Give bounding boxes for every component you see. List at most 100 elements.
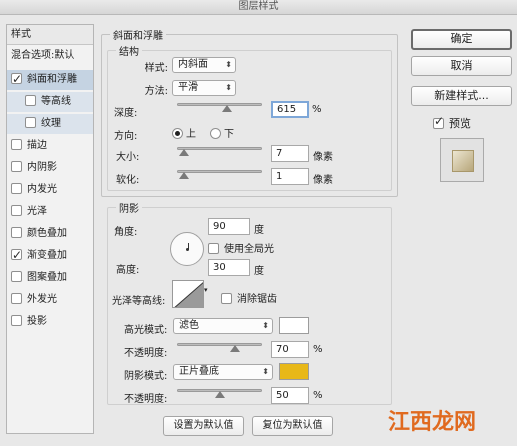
cancel-button[interactable]: 取消 [411, 56, 512, 76]
checkbox-outer-glow[interactable] [11, 293, 22, 304]
radio-up[interactable] [172, 128, 183, 139]
highlight-color-swatch[interactable] [279, 317, 309, 334]
angle-center [186, 248, 189, 251]
radio-down[interactable] [210, 128, 221, 139]
window-title: 图层样式 [0, 0, 517, 15]
slider-thumb[interactable] [214, 391, 225, 398]
slider-thumb[interactable] [222, 105, 232, 112]
shading-title: 阴影 [116, 200, 142, 215]
direction-label: 方向: [114, 131, 138, 142]
sidebar-item-pattern-overlay[interactable]: 图案叠加 [7, 268, 93, 288]
size-unit: 像素 [313, 152, 333, 163]
sidebar-item-label: 光泽 [27, 206, 47, 217]
chevron-updown-icon: ⬍ [225, 60, 232, 69]
depth-slider[interactable] [177, 100, 262, 112]
checkbox-preview[interactable] [433, 114, 444, 129]
highlight-mode-select[interactable]: 滤色 ⬍ [173, 318, 273, 334]
angle-dial[interactable] [170, 232, 204, 266]
sidebar-item-satin[interactable]: 光泽 [7, 202, 93, 222]
slider-thumb[interactable] [178, 149, 189, 156]
checkbox-inner-glow[interactable] [11, 183, 22, 194]
preview-label: 预览 [449, 117, 471, 130]
sidebar-item-inner-shadow[interactable]: 内阴影 [7, 158, 93, 178]
new-style-button[interactable]: 新建样式... [411, 86, 512, 106]
ok-button[interactable]: 确定 [411, 29, 512, 50]
soften-slider[interactable] [177, 167, 262, 179]
sidebar-item-stroke[interactable]: 描边 [7, 136, 93, 156]
shadow-mode-label: 阴影模式: [124, 371, 168, 382]
anti-alias-option[interactable]: 消除锯齿 [221, 290, 277, 305]
preview-option[interactable]: 预览 [433, 114, 471, 131]
shadow-mode-select[interactable]: 正片叠底 ⬍ [173, 364, 273, 380]
sidebar-item-contour[interactable]: 等高线 [7, 92, 93, 112]
contour-curve-icon [174, 282, 203, 307]
reset-default-button[interactable]: 复位为默认值 [252, 416, 333, 436]
checkbox-anti-alias[interactable] [221, 293, 232, 304]
angle-input[interactable]: 90 [208, 218, 250, 235]
sidebar-item-label: 图案叠加 [27, 272, 67, 283]
sidebar-item-label: 内阴影 [27, 162, 57, 173]
checkbox-drop-shadow[interactable] [11, 315, 22, 326]
direction-up-label: 上 [186, 129, 196, 140]
technique-select[interactable]: 平滑 ⬍ [172, 80, 236, 96]
checkbox-pattern-overlay[interactable] [11, 271, 22, 282]
depth-input[interactable]: 615 [271, 101, 309, 118]
checkbox-bevel-emboss[interactable] [11, 69, 22, 89]
direction-up-radio[interactable]: 上 [172, 125, 196, 140]
shadow-opacity-input[interactable]: 50 [271, 387, 309, 404]
sidebar-item-outer-glow[interactable]: 外发光 [7, 290, 93, 310]
checkbox-color-overlay[interactable] [11, 227, 22, 238]
sidebar-item-drop-shadow[interactable]: 投影 [7, 312, 93, 332]
slider-thumb[interactable] [178, 172, 189, 179]
checkbox-global-light[interactable] [208, 243, 219, 254]
gloss-contour-label: 光泽等高线: [112, 296, 166, 307]
sidebar-item-label: 描边 [27, 140, 47, 151]
sidebar-blend-options[interactable]: 混合选项:默认 [7, 46, 93, 66]
sidebar-item-texture[interactable]: 纹理 [7, 114, 93, 134]
direction-down-radio[interactable]: 下 [210, 125, 234, 140]
checkbox-satin[interactable] [11, 205, 22, 216]
chevron-updown-icon: ⬍ [262, 321, 269, 330]
sidebar-item-label: 渐变叠加 [27, 250, 67, 261]
make-default-button[interactable]: 设置为默认值 [163, 416, 244, 436]
checkbox-texture[interactable] [25, 117, 36, 128]
soften-unit: 像素 [313, 175, 333, 186]
sidebar-item-gradient-overlay[interactable]: 渐变叠加 [7, 245, 93, 266]
style-select[interactable]: 内斜面 ⬍ [172, 57, 236, 73]
altitude-input[interactable]: 30 [208, 259, 250, 276]
highlight-opacity-unit: % [313, 344, 323, 355]
sidebar-item-label: 颜色叠加 [27, 228, 67, 239]
checkbox-stroke[interactable] [11, 139, 22, 150]
checkbox-gradient-overlay[interactable] [11, 245, 22, 265]
shadow-color-swatch[interactable] [279, 363, 309, 380]
soften-label: 软化: [116, 175, 140, 186]
direction-down-label: 下 [224, 129, 234, 140]
sidebar-item-color-overlay[interactable]: 颜色叠加 [7, 224, 93, 244]
contour-dropdown-icon[interactable]: ▾ [204, 286, 208, 294]
style-label: 样式: [144, 63, 168, 74]
checkbox-contour[interactable] [25, 95, 36, 106]
size-input[interactable]: 7 [271, 145, 309, 162]
highlight-mode-value: 滤色 [179, 320, 199, 331]
angle-label: 角度: [114, 227, 138, 238]
sidebar-item-label: 外发光 [27, 294, 57, 305]
global-light-option[interactable]: 使用全局光 [208, 240, 274, 255]
sidebar-item-inner-glow[interactable]: 内发光 [7, 180, 93, 200]
altitude-unit: 度 [254, 266, 264, 277]
watermark-logo: 江西龙网 [388, 409, 477, 435]
bevel-emboss-title: 斜面和浮雕 [110, 27, 166, 42]
shadow-opacity-slider[interactable] [177, 386, 262, 398]
checkbox-inner-shadow[interactable] [11, 161, 22, 172]
shadow-mode-value: 正片叠底 [179, 366, 219, 377]
highlight-opacity-slider[interactable] [177, 340, 262, 352]
preview-tile [452, 150, 474, 172]
depth-label: 深度: [114, 108, 138, 119]
slider-thumb[interactable] [229, 345, 240, 352]
sidebar-item-bevel-emboss[interactable]: 斜面和浮雕 [7, 69, 93, 90]
soften-input[interactable]: 1 [271, 168, 309, 185]
gloss-contour-picker[interactable] [172, 280, 204, 308]
sidebar-item-label: 斜面和浮雕 [27, 74, 77, 85]
styles-sidebar: 样式 混合选项:默认 斜面和浮雕 等高线 纹理 描边 内阴影 内发光 光泽 颜色… [6, 24, 94, 434]
size-slider[interactable] [177, 144, 262, 156]
highlight-opacity-input[interactable]: 70 [271, 341, 309, 358]
